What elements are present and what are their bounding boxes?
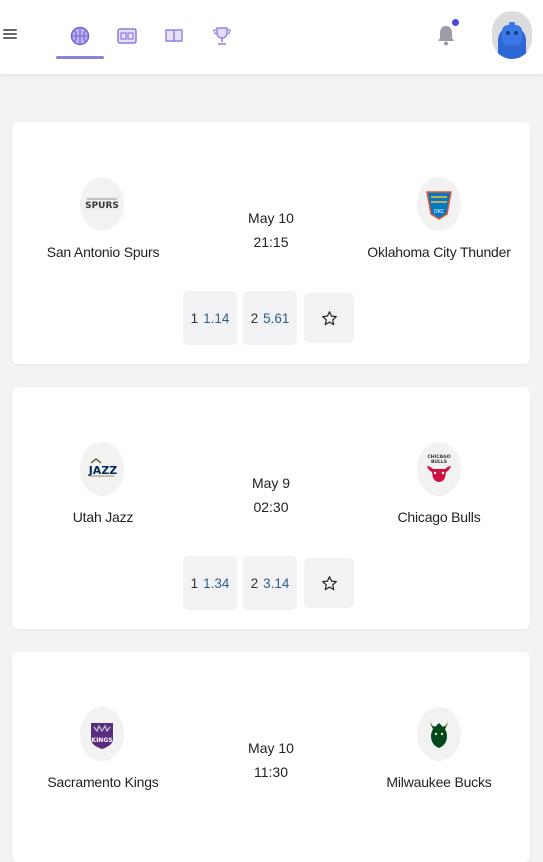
unread-notification-dot [452,19,459,26]
favorite-button[interactable] [304,293,354,343]
match-card[interactable]: KINGS Sacramento Kings May 10 11:30 Milw… [12,652,530,862]
favorite-button[interactable] [304,558,354,608]
trophy-icon [213,27,231,45]
odds-value: 1.34 [203,575,230,591]
match-time: 11:30 [254,764,288,780]
match-date: May 10 [248,740,294,756]
match-time: 02:30 [253,499,289,515]
odds-button-away[interactable]: 2 3.14 [243,556,297,610]
odds-value: 3.14 [263,575,290,591]
active-tab-indicator [56,56,104,59]
hamburger-menu-icon[interactable] [3,27,17,41]
home-team-name: Sacramento Kings [47,774,159,790]
svg-text:KINGS: KINGS [91,737,112,744]
home-team-name: Utah Jazz [72,509,134,525]
tab-book[interactable] [160,22,188,50]
user-avatar-icon [498,22,526,59]
odds-label: 1 [190,575,199,591]
thunder-logo-icon: OKC [426,191,452,220]
match-time: 21:15 [253,234,289,250]
match-date: May 10 [248,210,294,226]
odds-label: 1 [190,310,199,326]
svg-text:JAZZ: JAZZ [88,464,118,477]
svg-text:BULLS: BULLS [431,459,447,465]
away-team-name: Milwaukee Bucks [386,774,492,790]
book-icon [165,29,183,43]
svg-text:SPURS: SPURS [85,201,119,211]
star-icon [321,575,337,590]
tab-basketball[interactable] [66,22,94,50]
odds-label: 2 [250,310,259,326]
jazz-logo-icon: JAZZ [88,458,118,477]
team-logo: OKC [417,177,461,231]
team-logo [417,707,461,761]
svg-text:OKC: OKC [434,209,445,215]
away-team-name: Chicago Bulls [397,509,481,525]
bucks-logo-icon [429,719,449,748]
odds-value: 5.61 [263,310,290,326]
away-team-name: Oklahoma City Thunder [367,244,511,260]
match-card[interactable]: SPURS San Antonio Spurs May 10 21:15 OKC… [12,122,530,364]
star-icon [321,310,337,325]
odds-label: 2 [250,575,259,591]
team-logo: KINGS [80,707,124,761]
bulls-logo-icon: CHICAGO BULLS [427,454,451,482]
odds-button-home[interactable]: 1 1.14 [183,291,237,345]
scoreboard-icon [117,28,137,44]
match-card[interactable]: JAZZ Utah Jazz May 9 02:30 CHICAGO BULLS… [12,387,530,629]
team-logo: SPURS [80,177,124,231]
home-team-name: San Antonio Spurs [46,244,160,260]
team-logo: JAZZ [80,442,124,496]
kings-logo-icon: KINGS [91,723,113,749]
odds-button-away[interactable]: 2 5.61 [243,291,297,345]
tab-scoreboard[interactable] [113,22,141,50]
spurs-logo-icon: SPURS [85,196,119,211]
odds-value: 1.14 [203,310,230,326]
avatar[interactable] [492,11,532,59]
tab-trophy[interactable] [208,22,236,50]
match-date: May 9 [251,475,291,491]
top-bar [0,0,543,74]
odds-button-home[interactable]: 1 1.34 [183,556,237,610]
team-logo: CHICAGO BULLS [417,442,461,496]
basketball-icon [70,26,90,46]
